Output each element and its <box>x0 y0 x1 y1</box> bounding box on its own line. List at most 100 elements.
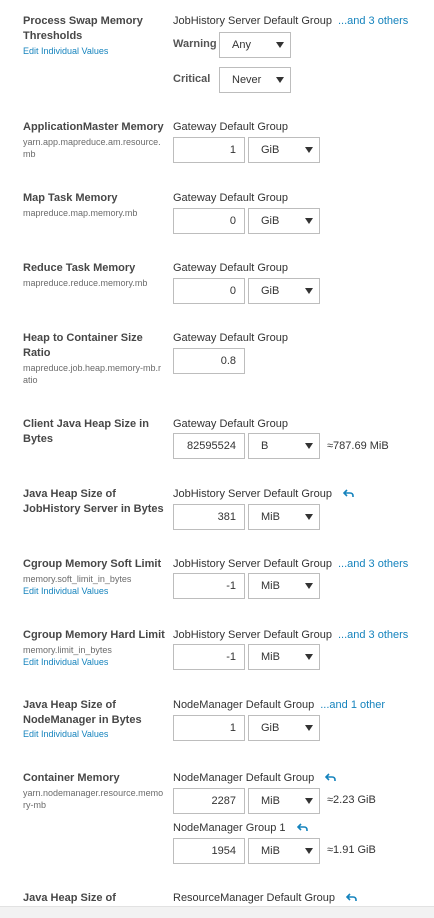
value-input[interactable]: 1 <box>173 137 245 163</box>
unit-select[interactable]: GiB <box>248 137 320 163</box>
unit-value: GiB <box>261 144 280 156</box>
group-name: Gateway Default Group <box>173 192 288 204</box>
approx-value: ≈787.69 MiB <box>327 440 389 452</box>
group-name: JobHistory Server Default Group <box>173 488 332 500</box>
property-name: Container Memory <box>23 772 120 784</box>
unit-select[interactable]: GiB <box>248 278 320 304</box>
property-name: Reduce Task Memory <box>23 262 136 274</box>
unit-select[interactable]: MiB <box>248 838 320 864</box>
critical-select[interactable]: Never <box>219 67 291 93</box>
group-label: JobHistory Server Default Group ...and 3 … <box>173 14 408 28</box>
chevron-down-icon <box>305 798 313 804</box>
edit-individual-values-link[interactable]: Edit Individual Values <box>23 45 165 57</box>
property-key: memory.soft_limit_in_bytes <box>23 574 132 584</box>
unit-value: GiB <box>261 285 280 297</box>
unit-value: MiB <box>261 795 280 807</box>
property-name: ApplicationMaster Memory <box>23 121 164 133</box>
group-label: NodeManager Default Group ...and 1 other <box>173 698 385 712</box>
edit-individual-values-link[interactable]: Edit Individual Values <box>23 585 165 597</box>
unit-select[interactable]: MiB <box>248 788 320 814</box>
group-name: ResourceManager Default Group <box>173 892 336 904</box>
property-key: mapreduce.reduce.memory.mb <box>23 278 148 288</box>
property-name: Heap to Container Size Ratio <box>23 332 143 359</box>
group-label: JobHistory Server Default Group ...and 3 … <box>173 557 408 571</box>
unit-value: B <box>261 440 269 452</box>
chevron-down-icon <box>276 42 284 48</box>
undo-arrow-icon[interactable] <box>342 488 354 502</box>
more-groups-link[interactable]: ...and 3 others <box>338 558 408 570</box>
group-label: JobHistory Server Default Group <box>173 487 354 502</box>
prop-reduce-memory: Reduce Task Memory mapreduce.reduce.memo… <box>0 261 434 321</box>
warning-label: Warning <box>173 38 217 50</box>
group-label: JobHistory Server Default Group ...and 3 … <box>173 628 408 642</box>
chevron-down-icon <box>305 218 313 224</box>
prop-cgroup-hard-limit: Cgroup Memory Hard Limit memory.limit_in… <box>0 628 434 688</box>
group-label: NodeManager Group 1 <box>173 821 308 836</box>
chevron-down-icon <box>305 443 313 449</box>
edit-individual-values-link[interactable]: Edit Individual Values <box>23 728 165 740</box>
value-input[interactable]: 0 <box>173 208 245 234</box>
more-groups-link[interactable]: ...and 3 others <box>338 15 408 27</box>
configuration-properties-panel: Process Swap Memory Thresholds Edit Indi… <box>0 0 434 918</box>
value-input[interactable]: 1954 <box>173 838 245 864</box>
prop-client-heap: Client Java Heap Size in Bytes Gateway D… <box>0 417 434 477</box>
more-groups-link[interactable]: ...and 1 other <box>320 699 385 711</box>
property-name: Java Heap Size of NodeManager in Bytes <box>23 699 142 726</box>
edit-individual-values-link[interactable]: Edit Individual Values <box>23 656 165 668</box>
prop-cgroup-soft-limit: Cgroup Memory Soft Limit memory.soft_lim… <box>0 557 434 617</box>
value-input[interactable]: 381 <box>173 504 245 530</box>
property-name: Map Task Memory <box>23 192 118 204</box>
prop-container-memory: Container Memory yarn.nodemanager.resour… <box>0 771 434 871</box>
chevron-down-icon <box>305 583 313 589</box>
chevron-down-icon <box>305 725 313 731</box>
value-input[interactable]: -1 <box>173 573 245 599</box>
group-label: Gateway Default Group <box>173 417 288 431</box>
property-key: yarn.nodemanager.resource.memory-mb <box>23 788 164 810</box>
undo-arrow-icon[interactable] <box>345 892 357 906</box>
group-label: Gateway Default Group <box>173 261 288 275</box>
approx-value: ≈2.23 GiB <box>327 794 376 806</box>
group-name: Gateway Default Group <box>173 418 288 430</box>
property-key: yarn.app.mapreduce.am.resource.mb <box>23 137 161 159</box>
group-name: JobHistory Server Default Group <box>173 558 332 570</box>
prop-map-memory: Map Task Memory mapreduce.map.memory.mb … <box>0 191 434 251</box>
footer-bar <box>0 906 434 918</box>
group-name: NodeManager Group 1 <box>173 822 286 834</box>
value-input[interactable]: 2287 <box>173 788 245 814</box>
unit-select[interactable]: MiB <box>248 573 320 599</box>
group-name: Gateway Default Group <box>173 262 288 274</box>
warning-select[interactable]: Any <box>219 32 291 58</box>
property-key: mapreduce.map.memory.mb <box>23 208 138 218</box>
property-name: Java Heap Size of JobHistory Server in B… <box>23 488 164 515</box>
value-input[interactable]: 0.8 <box>173 348 245 374</box>
value-input[interactable]: 0 <box>173 278 245 304</box>
unit-select[interactable]: GiB <box>248 715 320 741</box>
group-name: Gateway Default Group <box>173 121 288 133</box>
value-input[interactable]: 1 <box>173 715 245 741</box>
unit-select[interactable]: GiB <box>248 208 320 234</box>
prop-resourcemanager-heap: Java Heap Size of ResourceManager Defaul… <box>0 891 434 906</box>
unit-value: GiB <box>261 215 280 227</box>
more-groups-link[interactable]: ...and 3 others <box>338 629 408 641</box>
group-label: NodeManager Default Group <box>173 771 337 786</box>
unit-value: MiB <box>261 511 280 523</box>
group-label: Gateway Default Group <box>173 331 288 345</box>
prop-jobhistory-heap: Java Heap Size of JobHistory Server in B… <box>0 487 434 547</box>
unit-select[interactable]: MiB <box>248 504 320 530</box>
value-input[interactable]: -1 <box>173 644 245 670</box>
undo-arrow-icon[interactable] <box>325 772 337 786</box>
group-name: JobHistory Server Default Group <box>173 15 332 27</box>
property-name: Cgroup Memory Hard Limit <box>23 629 165 641</box>
unit-select[interactable]: MiB <box>248 644 320 670</box>
prop-heap-ratio: Heap to Container Size Ratio mapreduce.j… <box>0 331 434 403</box>
property-key: mapreduce.job.heap.memory-mb.ratio <box>23 363 162 385</box>
value-input[interactable]: 82595524 <box>173 433 245 459</box>
property-name: Java Heap Size of <box>23 892 116 904</box>
chevron-down-icon <box>305 848 313 854</box>
chevron-down-icon <box>305 288 313 294</box>
undo-arrow-icon[interactable] <box>296 822 308 836</box>
unit-select[interactable]: B <box>248 433 320 459</box>
group-label: ResourceManager Default Group <box>173 891 357 906</box>
approx-value: ≈1.91 GiB <box>327 844 376 856</box>
chevron-down-icon <box>305 654 313 660</box>
